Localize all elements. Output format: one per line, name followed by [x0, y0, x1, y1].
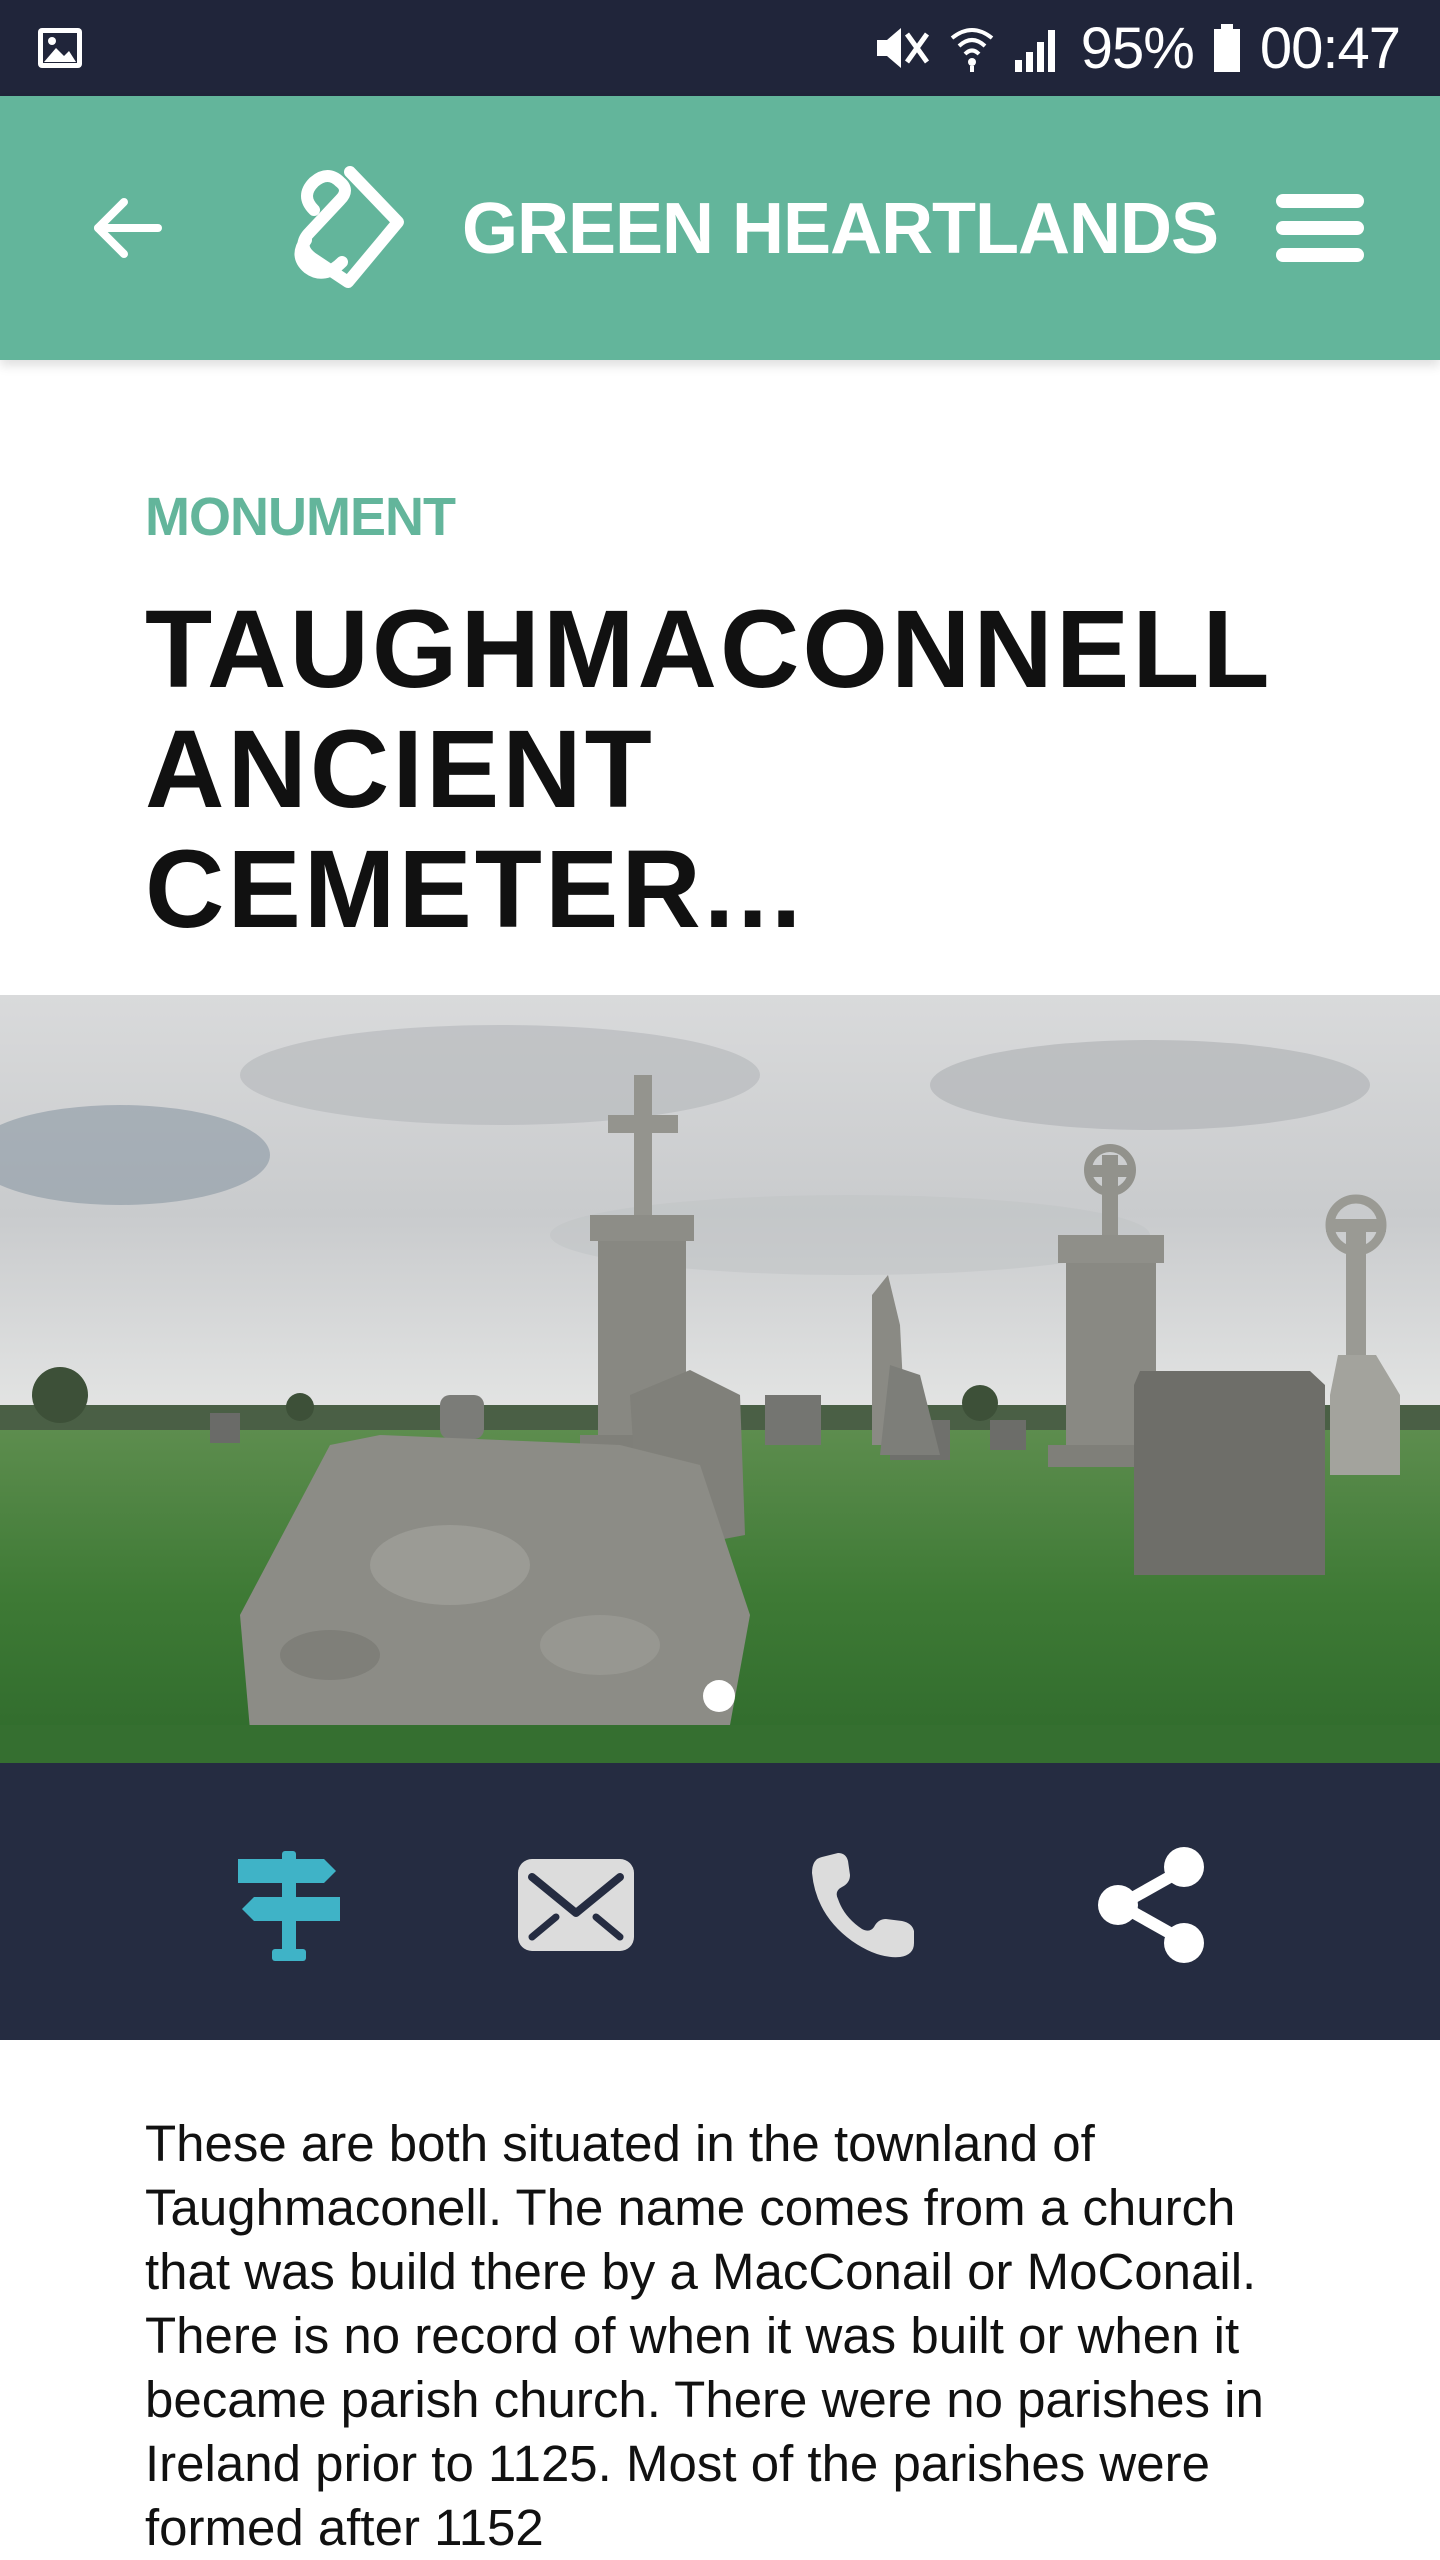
- mail-icon[interactable]: [516, 1845, 636, 1965]
- page-title: TAUGHMACONNELL ANCIENT CEMETER...: [145, 590, 1325, 950]
- back-arrow-icon[interactable]: [88, 188, 168, 268]
- photo-carousel[interactable]: [0, 995, 1440, 1763]
- clock: 00:47: [1259, 15, 1401, 81]
- heart-logo-icon[interactable]: [290, 160, 410, 294]
- carousel-dot-active[interactable]: [703, 1680, 735, 1712]
- battery-icon: [1213, 24, 1240, 72]
- app-header: GREEN HEARTLANDS: [0, 96, 1440, 360]
- brand-title: GREEN HEARTLANDS: [462, 189, 1219, 269]
- wifi-icon: [950, 28, 993, 72]
- category-label: MONUMENT: [145, 487, 456, 547]
- signal-icon: [1014, 30, 1055, 72]
- action-bar: [0, 1763, 1440, 2040]
- mute-icon: [876, 28, 929, 68]
- status-bar: 95% 00:47: [0, 0, 1440, 96]
- signpost-icon[interactable]: [228, 1845, 348, 1965]
- cemetery-photo: [0, 995, 1440, 1763]
- phone-icon[interactable]: [804, 1845, 924, 1965]
- battery-percent: 95%: [1080, 15, 1195, 81]
- page-title-line2: ANCIENT CEMETER...: [145, 708, 805, 951]
- image-notification-icon: [38, 28, 82, 68]
- hamburger-menu-icon[interactable]: [1274, 188, 1366, 268]
- description-text: These are both situated in the townland …: [145, 2115, 1264, 2556]
- page-title-line1: TAUGHMACONNELL: [145, 588, 1273, 711]
- share-icon[interactable]: [1092, 1845, 1212, 1965]
